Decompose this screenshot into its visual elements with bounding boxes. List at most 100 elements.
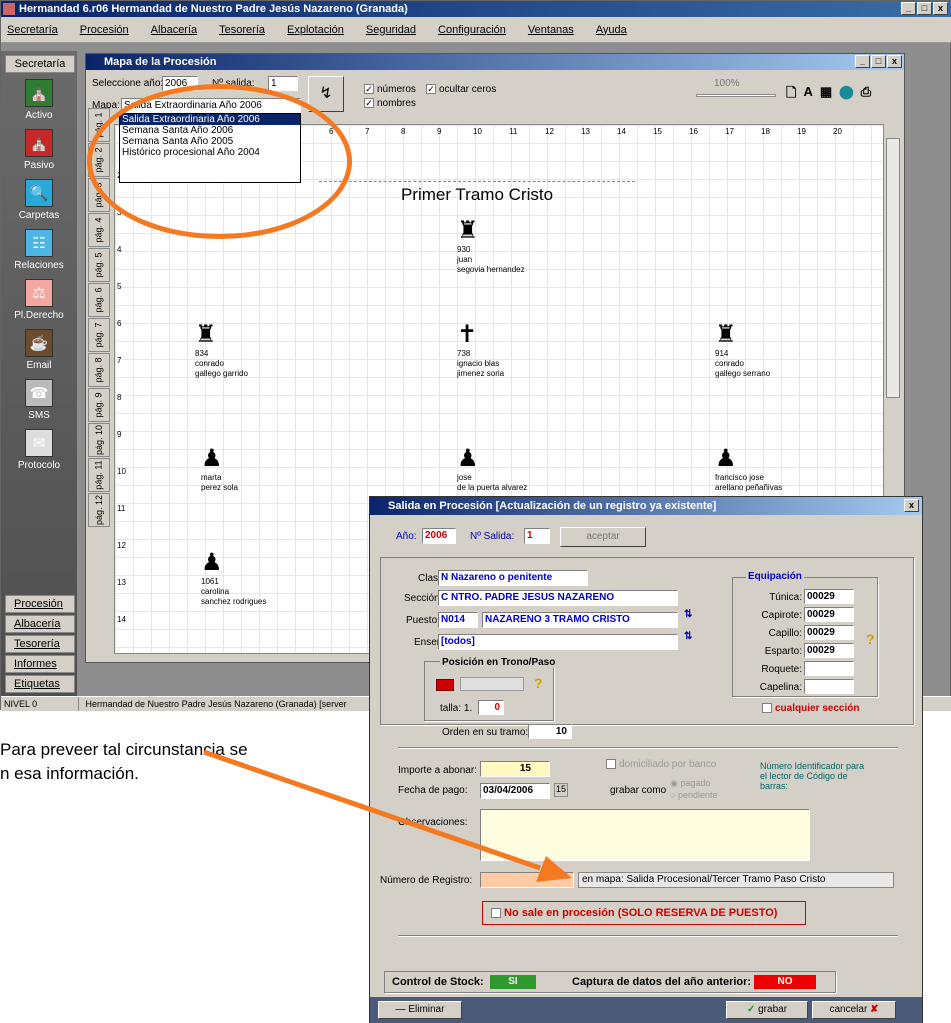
salida-field[interactable]: 1 xyxy=(524,528,550,544)
person-930[interactable]: ♜ 930 juan segovia hernandez xyxy=(457,217,525,275)
fecha-field[interactable]: 03/04/2006 xyxy=(480,783,550,799)
page-tab[interactable]: pág. 5 xyxy=(88,248,110,282)
check-numeros[interactable]: ✓ números xyxy=(364,84,416,95)
capelina-field[interactable] xyxy=(804,679,854,694)
page-tab[interactable]: pág. 7 xyxy=(88,318,110,352)
sort-icon[interactable]: ⇅ xyxy=(684,631,692,642)
pagado-radio[interactable]: ◉ pagado xyxy=(670,777,717,789)
grabar-button[interactable]: ✓ grabar xyxy=(726,1001,808,1019)
cualquier-seccion-check[interactable]: cualquier sección xyxy=(762,703,859,714)
db-icon[interactable]: ⬤ xyxy=(839,84,854,106)
no-sale-check[interactable]: No sale en procesión (SOLO RESERVA DE PU… xyxy=(482,901,806,925)
font-icon[interactable]: A xyxy=(803,84,812,106)
observaciones-field[interactable] xyxy=(480,809,810,861)
capirote-field[interactable]: 00029 xyxy=(804,607,854,622)
person-738[interactable]: ✝ 738 ignacio blas jimenez soria xyxy=(457,321,504,379)
menu-bar: Secretaría Procesión Albacería Tesorería… xyxy=(1,17,951,43)
posicion-field[interactable] xyxy=(460,677,524,691)
menu-albaceria[interactable]: Albacería xyxy=(151,24,197,36)
sidebar-informes[interactable]: Informes xyxy=(5,655,75,673)
importe-field[interactable]: 15 xyxy=(480,761,550,777)
row-number: 8 xyxy=(117,393,122,402)
person-jose[interactable]: ♟ jose de la puerta alvarez xyxy=(457,445,527,493)
person-1061[interactable]: ♟ 1061 carolina sanchez rodrigues xyxy=(201,549,266,607)
check-ocultar-ceros[interactable]: ✓ ocultar ceros xyxy=(426,84,496,95)
pendiente-radio[interactable]: ○ pendiente xyxy=(670,789,717,801)
puesto-select[interactable]: NAZARENO 3 TRAMO CRISTO xyxy=(482,612,678,628)
tunica-field[interactable]: 00029 xyxy=(804,589,854,604)
divider xyxy=(398,747,898,749)
orden-field[interactable]: 10 xyxy=(528,724,572,739)
calendar-icon[interactable]: 15 xyxy=(554,783,568,797)
sidebar-item-protocolo[interactable]: ✉ Protocolo xyxy=(1,429,77,471)
person-marta[interactable]: ♟ marta perez sola xyxy=(201,445,238,493)
export-icon[interactable]: ▦ xyxy=(820,84,832,106)
menu-ventanas[interactable]: Ventanas xyxy=(528,24,574,36)
menu-ayuda[interactable]: Ayuda xyxy=(596,24,627,36)
minimize-button[interactable]: _ xyxy=(901,2,916,15)
page-icon[interactable]: 🗋 xyxy=(786,84,796,106)
sidebar-secretaria-button[interactable]: Secretaría xyxy=(5,55,75,73)
page-tab[interactable]: pág. 10 xyxy=(88,423,110,457)
puesto-code[interactable]: N014 xyxy=(438,612,478,628)
maximize-button[interactable]: □ xyxy=(871,55,886,68)
menu-secretaria[interactable]: Secretaría xyxy=(7,24,58,36)
sidebar-item-sms[interactable]: ☎ SMS xyxy=(1,379,77,421)
cross-bearer-icon: ✝ xyxy=(457,321,478,348)
seccion-select[interactable]: C NTRO. PADRE JESUS NAZARENO xyxy=(438,590,678,606)
anio-field[interactable]: 2006 xyxy=(422,528,456,544)
help-icon[interactable]: ? xyxy=(866,631,875,647)
talla-field[interactable]: 0 xyxy=(478,700,504,715)
salida-label: Nº Salida: xyxy=(470,531,515,542)
page-tab[interactable]: pág. 9 xyxy=(88,388,110,422)
sidebar-item-activo[interactable]: ⛪ Activo xyxy=(1,79,77,121)
help-icon[interactable]: ? xyxy=(534,675,543,691)
sidebar-item-relaciones[interactable]: ☷ Relaciones xyxy=(1,229,77,271)
page-tab[interactable]: pág. 8 xyxy=(88,353,110,387)
sidebar-procesion[interactable]: Procesión xyxy=(5,595,75,613)
sidebar-etiquetas[interactable]: Etiquetas xyxy=(5,675,75,693)
column-number: 9 xyxy=(437,127,442,136)
sidebar-albaceria[interactable]: Albacería xyxy=(5,615,75,633)
magnifier-icon: 🔍 xyxy=(25,179,53,207)
maximize-button[interactable]: □ xyxy=(917,2,932,15)
page-tab[interactable]: pág. 12 xyxy=(88,493,110,527)
close-button[interactable]: x xyxy=(887,55,902,68)
print-icon[interactable]: ⎙ xyxy=(861,84,871,106)
registro-field[interactable] xyxy=(480,872,574,888)
sidebar-item-email[interactable]: ☕ Email xyxy=(1,329,77,371)
close-button[interactable]: x xyxy=(933,2,948,15)
aceptar-button[interactable]: aceptar xyxy=(560,527,646,547)
clase-select[interactable]: N Nazareno o penitente xyxy=(438,570,588,586)
person-francisco-jose[interactable]: ♟ francisco jose arellano peñañivas xyxy=(715,445,782,493)
person-914[interactable]: ♜ 914 conrado gallego serrano xyxy=(715,321,770,379)
page-tab[interactable]: pág. 11 xyxy=(88,458,110,492)
sidebar-item-plderecho[interactable]: ⚖ Pl.Derecho xyxy=(1,279,77,321)
minimize-button[interactable]: _ xyxy=(855,55,870,68)
sort-icon[interactable]: ⇅ xyxy=(684,609,692,620)
roquete-field[interactable] xyxy=(804,661,854,676)
sidebar-tesoreria[interactable]: Tesorería xyxy=(5,635,75,653)
menu-tesoreria[interactable]: Tesorería xyxy=(219,24,265,36)
cancelar-button[interactable]: cancelar ✘ xyxy=(812,1001,896,1019)
person-834[interactable]: ♜ 834 conrado gallego garrido xyxy=(195,321,248,379)
check-nombres[interactable]: ✓ nombres xyxy=(364,98,416,109)
page-tab[interactable]: pág. 4 xyxy=(88,213,110,247)
domiciliado-check[interactable]: domiciliado por banco xyxy=(606,759,716,770)
sidebar-item-pasivo[interactable]: ⛪ Pasivo xyxy=(1,129,77,171)
map-scrollbar[interactable] xyxy=(886,138,900,398)
menu-explotacion[interactable]: Explotación xyxy=(287,24,344,36)
page-tab[interactable]: pág. 6 xyxy=(88,283,110,317)
menu-procesion[interactable]: Procesión xyxy=(80,24,129,36)
menu-seguridad[interactable]: Seguridad xyxy=(366,24,416,36)
minus-icon[interactable] xyxy=(436,679,454,691)
menu-configuracion[interactable]: Configuración xyxy=(438,24,506,36)
eliminar-button[interactable]: — Eliminar xyxy=(378,1001,462,1019)
esparto-field[interactable]: 00029 xyxy=(804,643,854,658)
capillo-field[interactable]: 00029 xyxy=(804,625,854,640)
zoom-slider[interactable] xyxy=(696,94,776,97)
enser-select[interactable]: [todos] xyxy=(438,634,678,650)
sidebar-item-carpetas[interactable]: 🔍 Carpetas xyxy=(1,179,77,221)
close-button[interactable]: x xyxy=(904,499,919,512)
salida-spinner[interactable]: 1 xyxy=(268,76,298,91)
